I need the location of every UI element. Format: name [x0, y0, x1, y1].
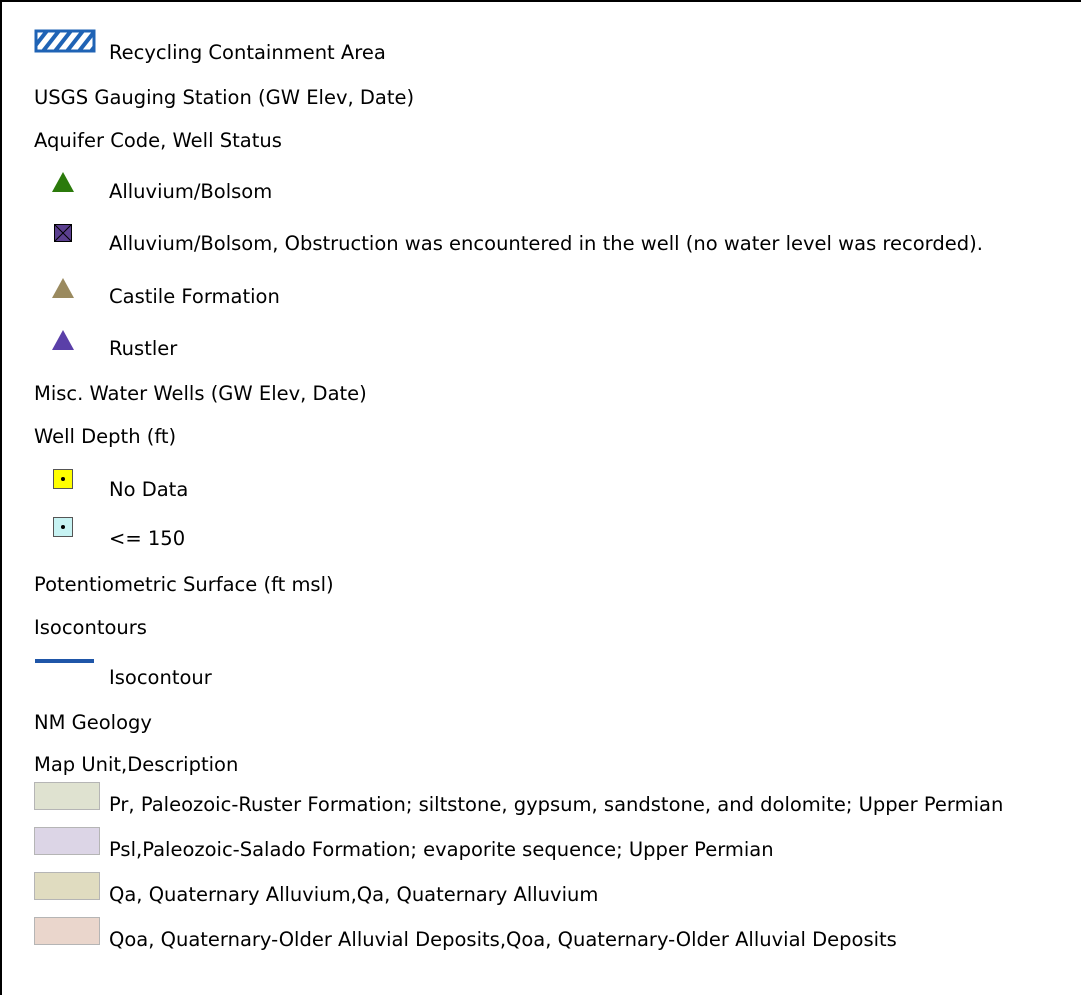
usgs-header: USGS Gauging Station (GW Elev, Date)	[34, 86, 415, 109]
legend-item-label: Qoa, Quaternary-Older Alluvial Deposits,…	[109, 928, 897, 951]
map-legend: Recycling Containment Area USGS Gauging …	[0, 0, 1081, 995]
well-depth-header: Well Depth (ft)	[34, 425, 177, 448]
legend-item-label: Psl,Paleozoic-Salado Formation; evaporit…	[109, 838, 774, 861]
legend-item-label: Rustler	[109, 337, 178, 360]
geology-swatch	[34, 917, 100, 945]
aquifer-header: Aquifer Code, Well Status	[34, 129, 282, 152]
misc-wells-header: Misc. Water Wells (GW Elev, Date)	[34, 382, 367, 405]
legend-item-label: <= 150	[109, 527, 186, 550]
geology-swatch	[34, 827, 100, 855]
legend-item-label: Pr, Paleozoic-Ruster Formation; siltston…	[109, 793, 1004, 816]
triangle-icon	[52, 278, 74, 298]
nm-geology-header: NM Geology	[34, 711, 152, 734]
triangle-icon	[52, 330, 74, 350]
legend-item-label: Qa, Quaternary Alluvium,Qa, Quaternary A…	[109, 883, 599, 906]
recycling-label: Recycling Containment Area	[109, 41, 386, 64]
legend-item-label: Alluvium/Bolsom	[109, 180, 273, 203]
legend-item-label: No Data	[109, 478, 189, 501]
hatched-rectangle-icon	[34, 29, 96, 53]
line-icon	[35, 659, 94, 663]
crossed-square-icon	[54, 224, 72, 242]
potentiometric-header: Potentiometric Surface (ft msl)	[34, 573, 334, 596]
dotted-square-icon	[53, 517, 73, 537]
legend-item-label: Alluvium/Bolsom, Obstruction was encount…	[109, 232, 983, 255]
isocontours-header: Isocontours	[34, 616, 147, 639]
geology-swatch	[34, 872, 100, 900]
triangle-icon	[52, 172, 74, 192]
legend-item-label: Castile Formation	[109, 285, 280, 308]
legend-item-label: Isocontour	[109, 666, 212, 689]
geology-swatch	[34, 782, 100, 810]
dotted-square-icon	[53, 469, 73, 489]
map-unit-header: Map Unit,Description	[34, 753, 239, 776]
